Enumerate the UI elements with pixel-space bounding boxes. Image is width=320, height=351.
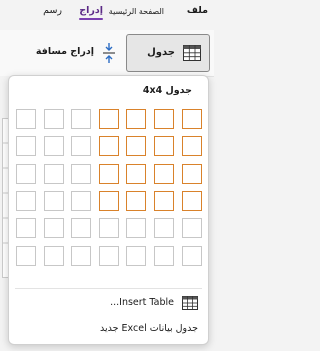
grid-cell[interactable]: [126, 190, 147, 211]
grid-cell[interactable]: [43, 245, 64, 266]
grid-cell[interactable]: [126, 245, 147, 266]
grid-cell[interactable]: [154, 218, 174, 239]
grid-cell[interactable]: [181, 163, 202, 184]
grid-cell[interactable]: [71, 163, 92, 184]
grid-cell[interactable]: [43, 163, 64, 184]
grid-cell[interactable]: [98, 245, 119, 266]
grid-cell[interactable]: [71, 245, 92, 266]
tab-draw[interactable]: رسم: [43, 5, 62, 16]
grid-cell[interactable]: [16, 218, 36, 239]
new-excel-table-label: جدول بيانات Excel جديد: [100, 323, 198, 334]
grid-cell[interactable]: [16, 245, 36, 266]
menu-divider: [15, 288, 202, 289]
grid-cell[interactable]: [154, 109, 174, 129]
grid-cell[interactable]: [71, 109, 92, 129]
tab-file[interactable]: ملف: [187, 5, 208, 16]
grid-cell[interactable]: [16, 163, 36, 184]
insert-table-label: Insert Table...: [110, 297, 174, 308]
grid-cell[interactable]: [154, 190, 174, 211]
new-excel-table-menu-item[interactable]: جدول بيانات Excel جديد: [19, 318, 198, 342]
grid-cell[interactable]: [98, 218, 119, 239]
insert-space-button[interactable]: إدراج مسافة: [36, 34, 116, 72]
table-button-label: جدول: [147, 47, 175, 58]
grid-cell[interactable]: [16, 109, 36, 129]
grid-cell[interactable]: [43, 190, 64, 211]
grid-cell[interactable]: [98, 109, 119, 129]
grid-cell[interactable]: [126, 163, 147, 184]
insert-space-label: إدراج مسافة: [35, 46, 94, 57]
grid-cell[interactable]: [71, 136, 92, 157]
grid-cell[interactable]: [154, 163, 174, 184]
grid-size-label: جدول 4x4: [142, 85, 192, 96]
grid-cell[interactable]: [126, 136, 147, 157]
table-button[interactable]: جدول: [126, 34, 210, 72]
grid-cell[interactable]: [181, 218, 202, 239]
app-window: ملف الصفحة الرئيسية إدراج رسم جدول إدراج…: [0, 0, 214, 351]
grid-cell[interactable]: [16, 136, 36, 157]
table-icon: [183, 45, 201, 61]
grid-cell[interactable]: [43, 218, 64, 239]
grid-cell[interactable]: [154, 136, 174, 157]
insert-space-icon: [103, 43, 115, 63]
insert-table-menu-item[interactable]: Insert Table...: [19, 292, 198, 316]
grid-cell[interactable]: [71, 190, 92, 211]
grid-cell[interactable]: [98, 190, 119, 211]
grid-cell[interactable]: [98, 136, 119, 157]
grid-cell[interactable]: [181, 245, 202, 266]
tab-home[interactable]: الصفحة الرئيسية: [109, 7, 164, 16]
grid-cell[interactable]: [181, 190, 202, 211]
grid-cell[interactable]: [71, 218, 92, 239]
grid-cell[interactable]: [181, 136, 202, 157]
tab-insert[interactable]: إدراج: [79, 5, 103, 20]
insert-table-dropdown: جدول 4x4 Insert Table... جدول بيانات Exc…: [8, 75, 209, 345]
grid-cell[interactable]: [154, 245, 174, 266]
grid-cell[interactable]: [16, 190, 36, 211]
ribbon-commands: جدول إدراج مسافة: [0, 30, 214, 77]
grid-cell[interactable]: [126, 109, 147, 129]
grid-cell[interactable]: [98, 163, 119, 184]
grid-cell[interactable]: [126, 218, 147, 239]
grid-cell[interactable]: [181, 109, 202, 129]
grid-cell[interactable]: [43, 109, 64, 129]
grid-cell[interactable]: [43, 136, 64, 157]
table-grid-icon: [182, 296, 198, 310]
ribbon-tab-bar: ملف الصفحة الرئيسية إدراج رسم: [0, 0, 214, 30]
